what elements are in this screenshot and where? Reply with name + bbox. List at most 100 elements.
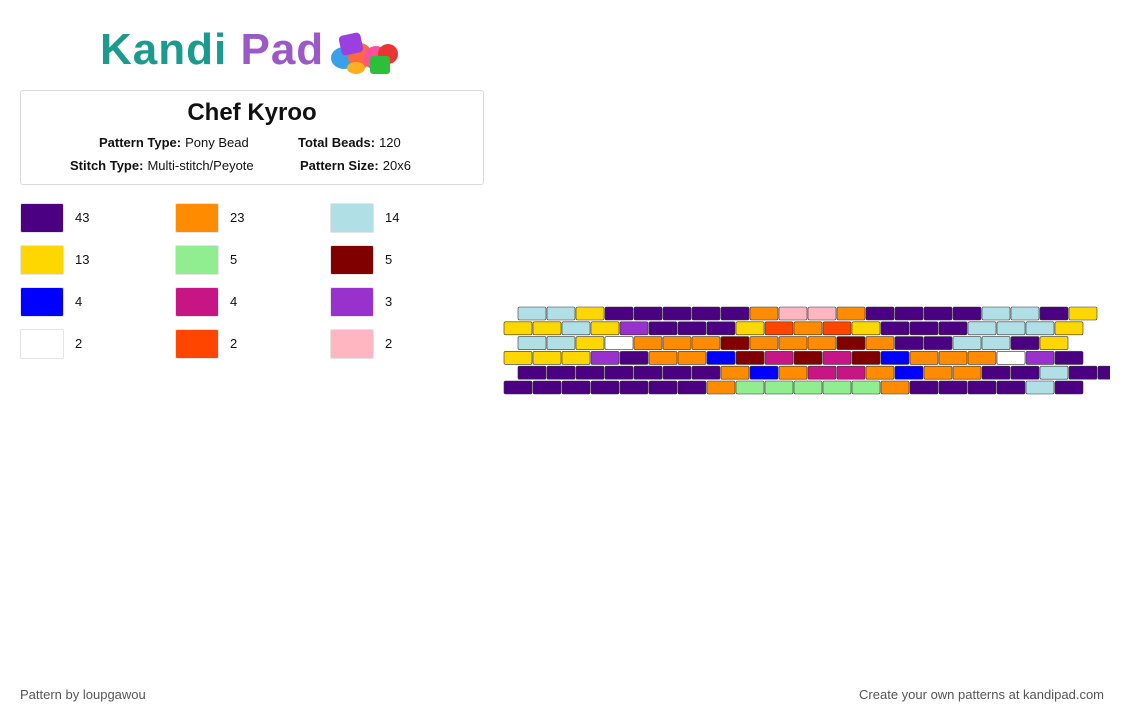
bead (822, 351, 852, 365)
stitch-type-value: Multi-stitch/Peyote (147, 158, 254, 173)
bead (764, 351, 794, 365)
bead (720, 306, 750, 321)
bead (938, 380, 968, 395)
bead (880, 321, 910, 336)
bead (923, 365, 953, 380)
pattern-type-value: Pony Bead (185, 135, 249, 150)
bead (619, 351, 649, 365)
bead (517, 365, 547, 380)
bead (590, 380, 620, 395)
bead (706, 380, 736, 395)
bead (532, 380, 562, 395)
bead (561, 351, 591, 365)
bead (633, 365, 663, 380)
bead (1068, 365, 1098, 380)
bead (503, 321, 533, 336)
bead (648, 321, 678, 336)
bead-count: 2 (230, 336, 238, 351)
bead (967, 380, 997, 395)
bead (1054, 380, 1084, 395)
bead (952, 365, 982, 380)
bead (778, 336, 808, 350)
bead (749, 365, 779, 380)
bead (1068, 306, 1098, 321)
bead (590, 321, 620, 336)
bead (894, 365, 924, 380)
pattern-title: Chef Kyroo (187, 99, 317, 126)
bead-count: 14 (385, 210, 400, 225)
bead (996, 321, 1026, 336)
pattern-author: Pattern by loupgawou (20, 687, 146, 702)
color-swatch (20, 287, 64, 317)
bead (633, 306, 663, 321)
bead (546, 365, 576, 380)
bead (851, 351, 881, 365)
logo-word-pad: Pad (240, 25, 325, 74)
bead (619, 380, 649, 395)
bead (1039, 306, 1069, 321)
pattern-size-value: 20x6 (382, 158, 411, 173)
kandipad-link[interactable]: Create your own patterns at kandipad.com (859, 687, 1104, 702)
bead (575, 306, 605, 321)
color-swatch (330, 203, 374, 233)
bead (503, 380, 533, 395)
bead (996, 351, 1026, 365)
bead (604, 306, 634, 321)
color-swatch (330, 287, 374, 317)
bead-count: 2 (385, 336, 393, 351)
bead (532, 321, 562, 336)
bead (952, 336, 982, 350)
bead (981, 365, 1011, 380)
bead (691, 365, 721, 380)
bead (532, 351, 562, 365)
bead (604, 336, 634, 350)
bead (619, 321, 649, 336)
bead (677, 321, 707, 336)
bead (546, 306, 576, 321)
bead (836, 336, 866, 350)
bead (1054, 351, 1084, 365)
bead-count: 4 (75, 294, 83, 309)
color-swatch (175, 287, 219, 317)
bead (880, 351, 910, 365)
bead (720, 336, 750, 350)
bead (706, 351, 736, 365)
logo-word-kandi: Kandi (100, 25, 228, 74)
bead (648, 351, 678, 365)
bead (735, 321, 765, 336)
bead (575, 365, 605, 380)
color-swatch (175, 245, 219, 275)
bead (720, 365, 750, 380)
color-swatch (20, 329, 64, 359)
bead (749, 306, 779, 321)
bead (1039, 365, 1069, 380)
bead (865, 306, 895, 321)
bead (793, 380, 823, 395)
bead (996, 380, 1026, 395)
bead-count: 3 (385, 294, 393, 309)
bead (793, 351, 823, 365)
bead (517, 306, 547, 321)
kandipad-logo[interactable]: Kandi Pad (100, 26, 410, 78)
pattern-size: Pattern Size: 20x6 (300, 158, 411, 173)
bead (923, 336, 953, 350)
bead-count: 5 (230, 252, 238, 267)
bead (807, 365, 837, 380)
bead (735, 380, 765, 395)
bead (981, 306, 1011, 321)
bead (1025, 351, 1055, 365)
bead (561, 380, 591, 395)
bead (909, 321, 939, 336)
total-beads-value: 120 (379, 135, 401, 150)
bead-count: 2 (75, 336, 83, 351)
bead (633, 336, 663, 350)
bead (981, 336, 1011, 350)
beads-logo-icon (331, 32, 398, 74)
color-swatch (20, 245, 64, 275)
total-beads-label: Total Beads: (298, 135, 376, 150)
bead (1025, 380, 1055, 395)
bead (807, 336, 837, 350)
bead (894, 306, 924, 321)
bead (938, 321, 968, 336)
bead (662, 306, 692, 321)
